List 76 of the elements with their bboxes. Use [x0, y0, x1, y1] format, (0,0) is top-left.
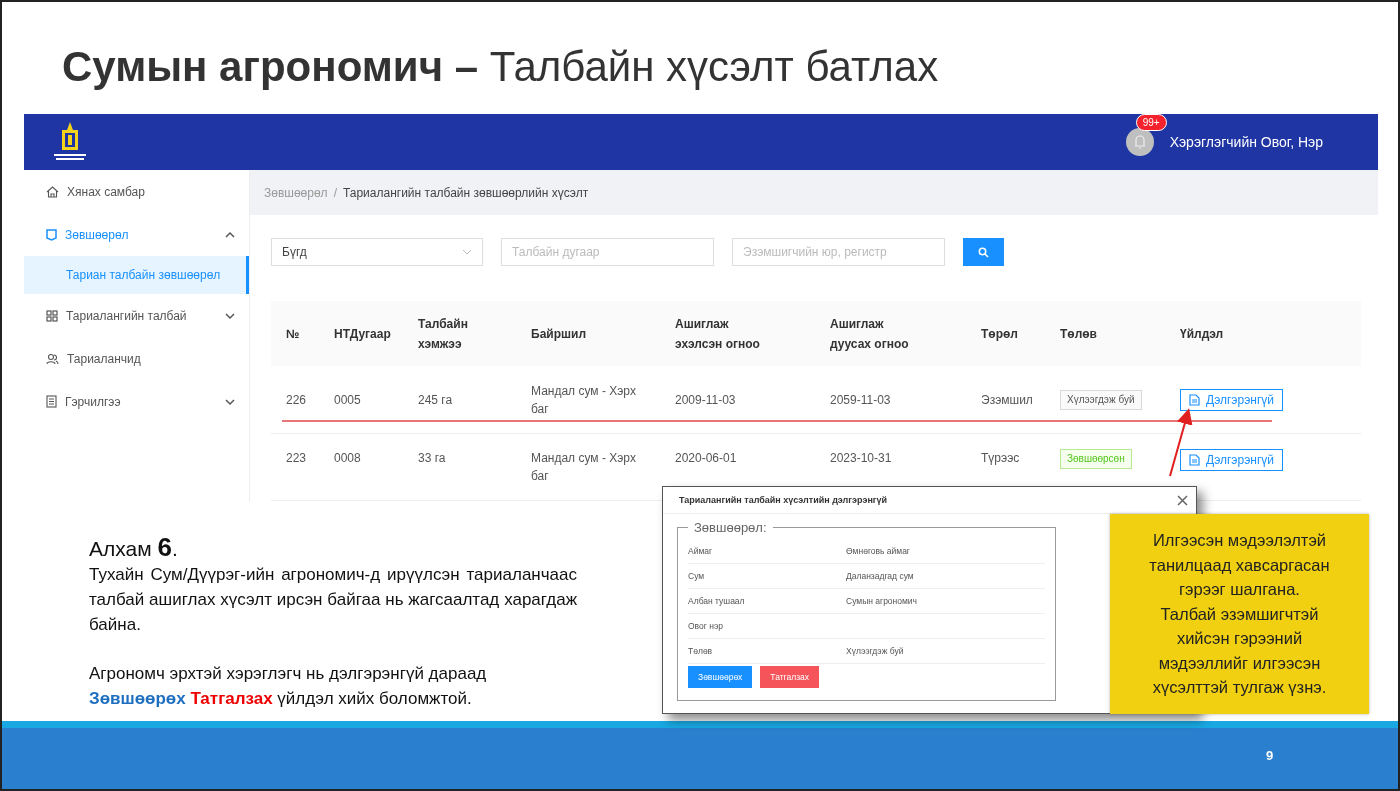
field-value: Даланзадгад сум — [846, 571, 915, 581]
step-description: Тухайн Сум/Дүүрэг-ийн агрономич-д ирүүлсэн тариаланчаас талбай ашиглах хүсэлт ирсэн байгаа нь жагсаалтад харагдаж байна. — [89, 564, 577, 636]
approve-button[interactable]: Зөвшөөрөх — [688, 666, 753, 688]
note-text: Илгээсэн мэдээлэлтэй танилцаад хавсаргасан гэрээг шалгана. Талбай эзэмшигчтэй хийсэн гэрээний мэдээллийг илгээсэн хүсэлттэй тулгаж үзнэ. — [1148, 530, 1331, 699]
modal-title: Тариалангийн талбайн хүсэлтийн дэлгэрэнгүй — [679, 495, 888, 505]
owner-search-input[interactable]: Эзэмшигчийн юр, регистр — [732, 238, 945, 266]
chevron-icon[interactable] — [225, 397, 235, 406]
breadcrumb-item[interactable]: Зөвшөөрөл — [264, 185, 328, 200]
details-button[interactable]: Дэлгэрэнгүй — [1180, 388, 1283, 411]
field-label: Төлөв — [688, 646, 714, 656]
page-number: 9 — [1266, 748, 1274, 763]
field-value: Хүлээгдэж буй — [846, 646, 905, 656]
table-cell-text: 33 га — [418, 450, 446, 467]
table-cell-text: 0008 — [334, 450, 361, 467]
notification-badge: 99+ — [1135, 114, 1167, 131]
field-label: Аймаг — [688, 546, 714, 556]
field-number-input[interactable]: Талбайн дугаар — [501, 238, 714, 266]
table-cell-text: Мандал сум - Хэрх баг — [531, 382, 637, 418]
sidebar-subitem[interactable]: Тариан талбайн зөвшөөрөл — [24, 256, 249, 294]
table-cell-text: Мандал сум - Хэрх баг — [531, 450, 637, 485]
status-tag: Зөвшөөрсөн — [1060, 449, 1132, 469]
grid-icon — [46, 309, 58, 322]
close-icon[interactable] — [1177, 494, 1188, 506]
table-cell-text: 0005 — [334, 391, 361, 409]
shield-icon — [46, 228, 57, 241]
column-header: Үйлдэл — [1180, 325, 1225, 343]
table-cell-text: 2023-10-31 — [830, 450, 892, 467]
annotation-arrow — [1169, 408, 1193, 477]
column-header: НТДугаар — [334, 325, 392, 343]
column-header: Төлөв — [1060, 325, 1098, 343]
home-icon — [46, 185, 59, 198]
table-cell-text: 245 га — [418, 391, 453, 409]
column-header: Төрөл — [981, 325, 1019, 343]
table-cell-text: 226 — [286, 391, 307, 409]
field-label: Албан тушаал — [688, 596, 746, 606]
chevron-icon[interactable] — [225, 311, 235, 320]
column-header: Ашиглаж дуусах огноо — [830, 315, 910, 353]
table-cell-text: Эзэмшил — [981, 391, 1033, 409]
reject-button[interactable]: Татгалзах — [760, 666, 820, 688]
column-header: Талбайн хэмжээ — [418, 315, 469, 353]
sidebar-item[interactable]: Хянах самбар — [24, 170, 249, 213]
sidebar-item[interactable]: Тариаланчид — [24, 337, 249, 380]
chevron-icon[interactable] — [225, 230, 235, 239]
details-button[interactable]: Дэлгэрэнгүй — [1180, 449, 1283, 471]
table-cell-text: 2020-06-01 — [675, 450, 737, 467]
search-button[interactable] — [963, 238, 1004, 266]
status-tag: Хүлээгдэж буй — [1060, 389, 1142, 410]
field-label: Овог нэр — [688, 621, 724, 631]
field-value: Өмнөговь аймаг — [846, 546, 911, 556]
column-header: № — [286, 325, 301, 343]
field-value: Сумын агрономич — [846, 596, 919, 606]
chevron-down-icon — [462, 249, 472, 255]
sidebar-item[interactable]: Зөвшөөрөл — [24, 213, 249, 256]
panel-legend: Зөвшөөрөл: — [688, 520, 773, 535]
table-cell-text: 2059-11-03 — [830, 391, 891, 409]
breadcrumb-item: Тариалангийн талбайн зөвшөөрлийн хүсэлт — [342, 185, 589, 200]
step-heading: Алхам 6. — [89, 534, 179, 562]
sidebar-item[interactable]: Гэрчилгээ — [24, 380, 249, 423]
breadcrumb-separator: / — [333, 185, 337, 200]
table-cell-text: Түрээс — [981, 450, 1020, 467]
document-icon — [1189, 454, 1200, 466]
column-header: Байршил — [531, 325, 587, 343]
table-cell-text: 2009-11-03 — [675, 391, 736, 409]
step-description: Агрономч эрхтэй хэрэглэгч нь дэлгэрэнгүй дараад Зөвшөөрөх Татгалзах үйлдэл хийх боломжтой. — [89, 663, 488, 710]
field-label: Сум — [688, 571, 706, 581]
type-select[interactable]: Бүгд — [271, 238, 483, 266]
document-icon — [1189, 393, 1200, 406]
table-cell-text: 223 — [286, 450, 307, 467]
search-icon — [978, 246, 989, 258]
bell-icon[interactable] — [1125, 128, 1154, 156]
document-icon — [46, 395, 57, 408]
slide-title: Сумын агрономич – Талбайн хүсэлт батлах — [62, 46, 939, 88]
sidebar-item[interactable]: Тариалангийн талбай — [24, 294, 249, 337]
users-icon — [46, 352, 59, 365]
user-name[interactable]: Хэрэглэгчийн Овог, Нэр — [1169, 134, 1323, 150]
column-header: Ашиглаж эхэлсэн огноо — [675, 315, 761, 353]
